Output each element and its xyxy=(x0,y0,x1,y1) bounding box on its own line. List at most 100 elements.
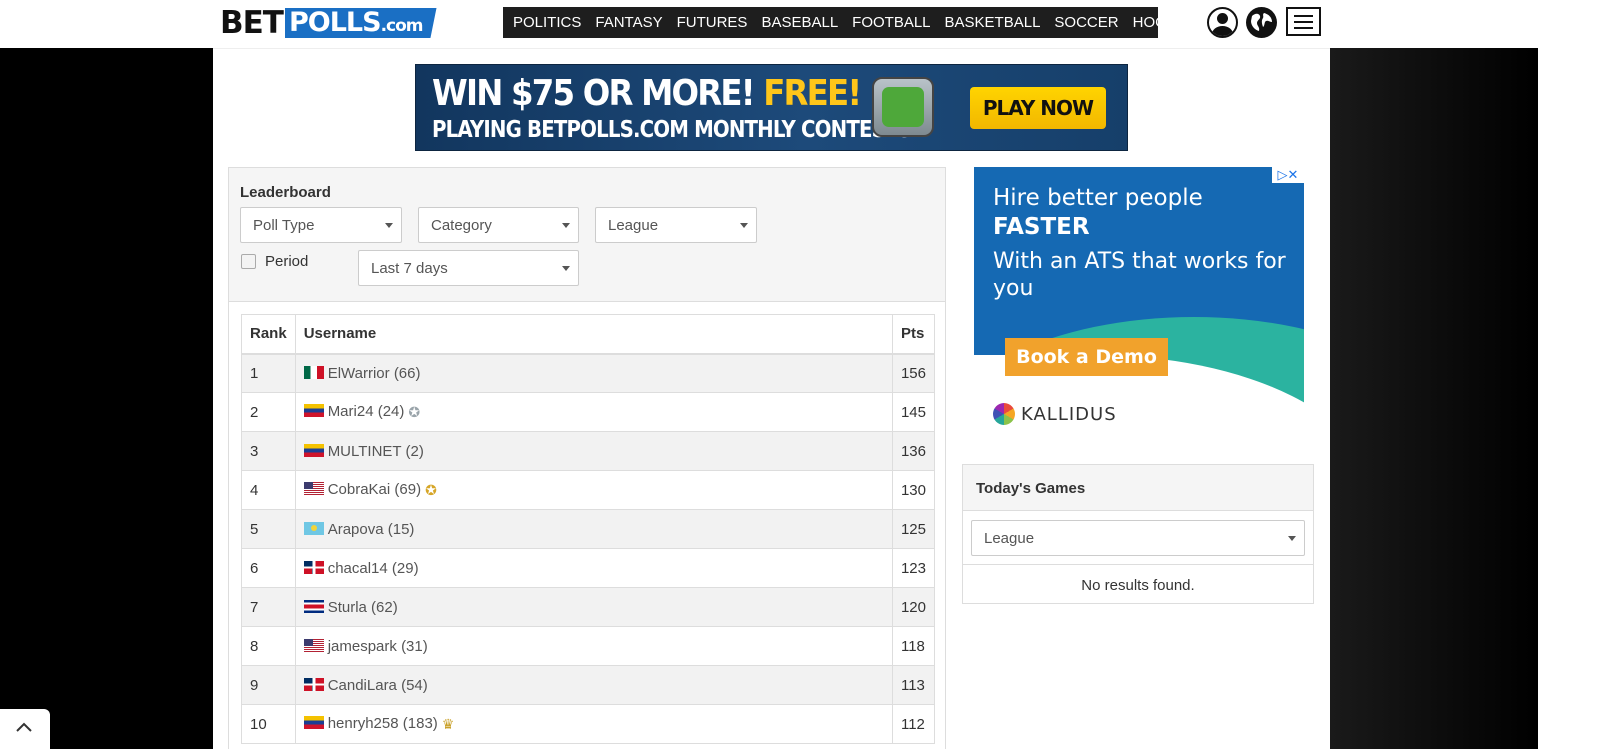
leaderboard-filters: Leaderboard Poll Type Category League Pe… xyxy=(228,167,946,302)
money-icon xyxy=(872,77,934,137)
points-cell: 123 xyxy=(891,548,936,588)
table-row: 4 CobraKai (69) ✪ 130 xyxy=(241,470,936,510)
page-background-right xyxy=(1330,48,1538,749)
ad-kallidus[interactable]: Hire better people FASTER With an ATS th… xyxy=(974,167,1304,442)
username-cell[interactable]: CandiLara (54) xyxy=(294,665,893,705)
league-value: League xyxy=(608,217,659,234)
username-link[interactable]: jamespark xyxy=(328,638,397,655)
games-league-select[interactable]: League xyxy=(971,520,1305,556)
username-link[interactable]: CobraKai xyxy=(328,481,391,498)
logo-com-text: .com xyxy=(380,16,424,36)
leaderboard-rows: 1 ElWarrior (66) 156 2 Mari24 (24) ✪ 145 3 MULTI… xyxy=(241,353,936,744)
site-logo[interactable]: BET POLLS.com xyxy=(220,5,437,41)
todays-games-title: Today's Games xyxy=(976,480,1086,497)
banner-headline-free: FREE! xyxy=(763,73,862,114)
category-select[interactable]: Category xyxy=(418,207,579,243)
username-cell[interactable]: MULTINET (2) xyxy=(294,431,893,471)
chevron-down-icon xyxy=(385,223,393,228)
banner-subline: PLAYING BETPOLLS.COM MONTHLY CONTESTS xyxy=(432,117,912,143)
rank-cell: 2 xyxy=(241,392,296,432)
rank-cell: 7 xyxy=(241,587,296,627)
points-cell: 113 xyxy=(891,665,936,705)
chevron-down-icon xyxy=(740,223,748,228)
site-header: BET POLLS.com POLITICS FANTASY FUTURES B… xyxy=(0,0,1600,48)
points-cell: 118 xyxy=(891,626,936,666)
flag-do-icon xyxy=(303,677,324,691)
category-value: Category xyxy=(431,217,492,234)
nav-futures[interactable]: FUTURES xyxy=(670,7,755,38)
kallidus-logo-icon xyxy=(993,403,1015,425)
username-cell[interactable]: Sturla (62) xyxy=(294,587,893,627)
leaderboard-table: Rank Username Pts 1 ElWarrior (66) 156 2 Mar… xyxy=(241,314,936,744)
nav-baseball[interactable]: BASEBALL xyxy=(754,7,845,38)
user-poll-count: (2) xyxy=(405,442,424,460)
user-icon[interactable] xyxy=(1207,7,1238,38)
contest-banner[interactable]: WIN $75 OR MORE! FREE! PLAYING BETPOLLS.… xyxy=(415,64,1128,151)
nav-hockey[interactable]: HOCKEY xyxy=(1126,7,1203,38)
username-cell[interactable]: henryh258 (183) ♛ xyxy=(294,704,893,744)
username-cell[interactable]: jamespark (31) xyxy=(294,626,893,666)
username-link[interactable]: Mari24 xyxy=(328,403,374,420)
nav-fantasy[interactable]: FANTASY xyxy=(588,7,669,38)
table-row: 6 chacal14 (29) 123 xyxy=(241,548,936,588)
username-cell[interactable]: Arapova (15) xyxy=(294,509,893,549)
menu-bar xyxy=(1294,15,1313,17)
nav-soccer[interactable]: SOCCER xyxy=(1047,7,1125,38)
book-demo-button[interactable]: Book a Demo xyxy=(1005,338,1168,376)
points-cell: 145 xyxy=(891,392,936,432)
flag-cr-icon xyxy=(303,599,324,613)
points-cell: 125 xyxy=(891,509,936,549)
username-link[interactable]: henryh258 xyxy=(328,715,399,732)
column-header-pts[interactable]: Pts xyxy=(891,314,936,355)
user-poll-count: (69) xyxy=(394,481,422,498)
period-checkbox[interactable] xyxy=(241,254,256,269)
user-poll-count: (62) xyxy=(371,598,398,616)
user-poll-count: (24) xyxy=(377,403,405,420)
hamburger-menu-icon[interactable] xyxy=(1286,7,1321,36)
chevron-down-icon xyxy=(562,223,570,228)
date-range-select[interactable]: Last 7 days xyxy=(358,250,579,286)
leaderboard-title: Leaderboard xyxy=(240,184,331,201)
play-now-button[interactable]: PLAY NOW xyxy=(970,87,1106,129)
logo-polls-text: POLLS xyxy=(288,7,382,38)
username-cell[interactable]: ElWarrior (66) xyxy=(294,353,893,393)
username-cell[interactable]: CobraKai (69) ✪ xyxy=(294,470,893,510)
username-link[interactable]: Arapova xyxy=(328,521,384,538)
logo-bet: BET xyxy=(220,5,284,41)
table-row: 3 MULTINET (2) 136 xyxy=(241,431,936,471)
rank-cell: 3 xyxy=(241,431,296,471)
nav-football[interactable]: FOOTBALL xyxy=(845,7,937,38)
points-cell: 112 xyxy=(891,704,936,744)
flag-us-icon xyxy=(303,638,324,652)
username-link[interactable]: MULTINET xyxy=(328,443,402,460)
back-to-top-button[interactable] xyxy=(0,709,50,749)
flag-kz-icon xyxy=(303,521,324,535)
todays-games-panel: Today's Games League No results found. xyxy=(962,464,1314,604)
username-link[interactable]: Sturla xyxy=(328,599,367,616)
username-link[interactable]: chacal14 xyxy=(328,560,388,577)
menu-bar xyxy=(1294,27,1313,29)
chevron-up-icon xyxy=(16,722,32,732)
poll-type-select[interactable]: Poll Type xyxy=(240,207,402,243)
username-link[interactable]: CandiLara xyxy=(328,677,397,694)
table-row: 7 Sturla (62) 120 xyxy=(241,587,936,627)
nav-basketball[interactable]: BASKETBALL xyxy=(938,7,1048,38)
user-poll-count: (66) xyxy=(393,364,421,382)
username-cell[interactable]: chacal14 (29) xyxy=(294,548,893,588)
username-cell[interactable]: Mari24 (24) ✪ xyxy=(294,392,893,432)
poll-type-value: Poll Type xyxy=(253,217,315,234)
table-header-row: Rank Username Pts xyxy=(241,314,936,355)
banner-headline: WIN $75 OR MORE! FREE! xyxy=(432,73,862,114)
nav-politics[interactable]: POLITICS xyxy=(506,7,588,38)
globe-icon[interactable] xyxy=(1246,7,1277,38)
column-header-username[interactable]: Username xyxy=(294,314,893,355)
league-select[interactable]: League xyxy=(595,207,757,243)
ad-choices-icon[interactable]: ▷✕ xyxy=(1272,167,1304,183)
trophy-icon: ♛ xyxy=(441,716,455,732)
column-header-rank[interactable]: Rank xyxy=(241,314,296,355)
table-row: 9 CandiLara (54) 113 xyxy=(241,665,936,705)
ad-headline: Hire better people xyxy=(993,185,1203,211)
flag-ve-icon xyxy=(303,443,324,457)
ad-subline: With an ATS that works for you xyxy=(993,249,1286,301)
username-link[interactable]: ElWarrior xyxy=(328,365,390,382)
